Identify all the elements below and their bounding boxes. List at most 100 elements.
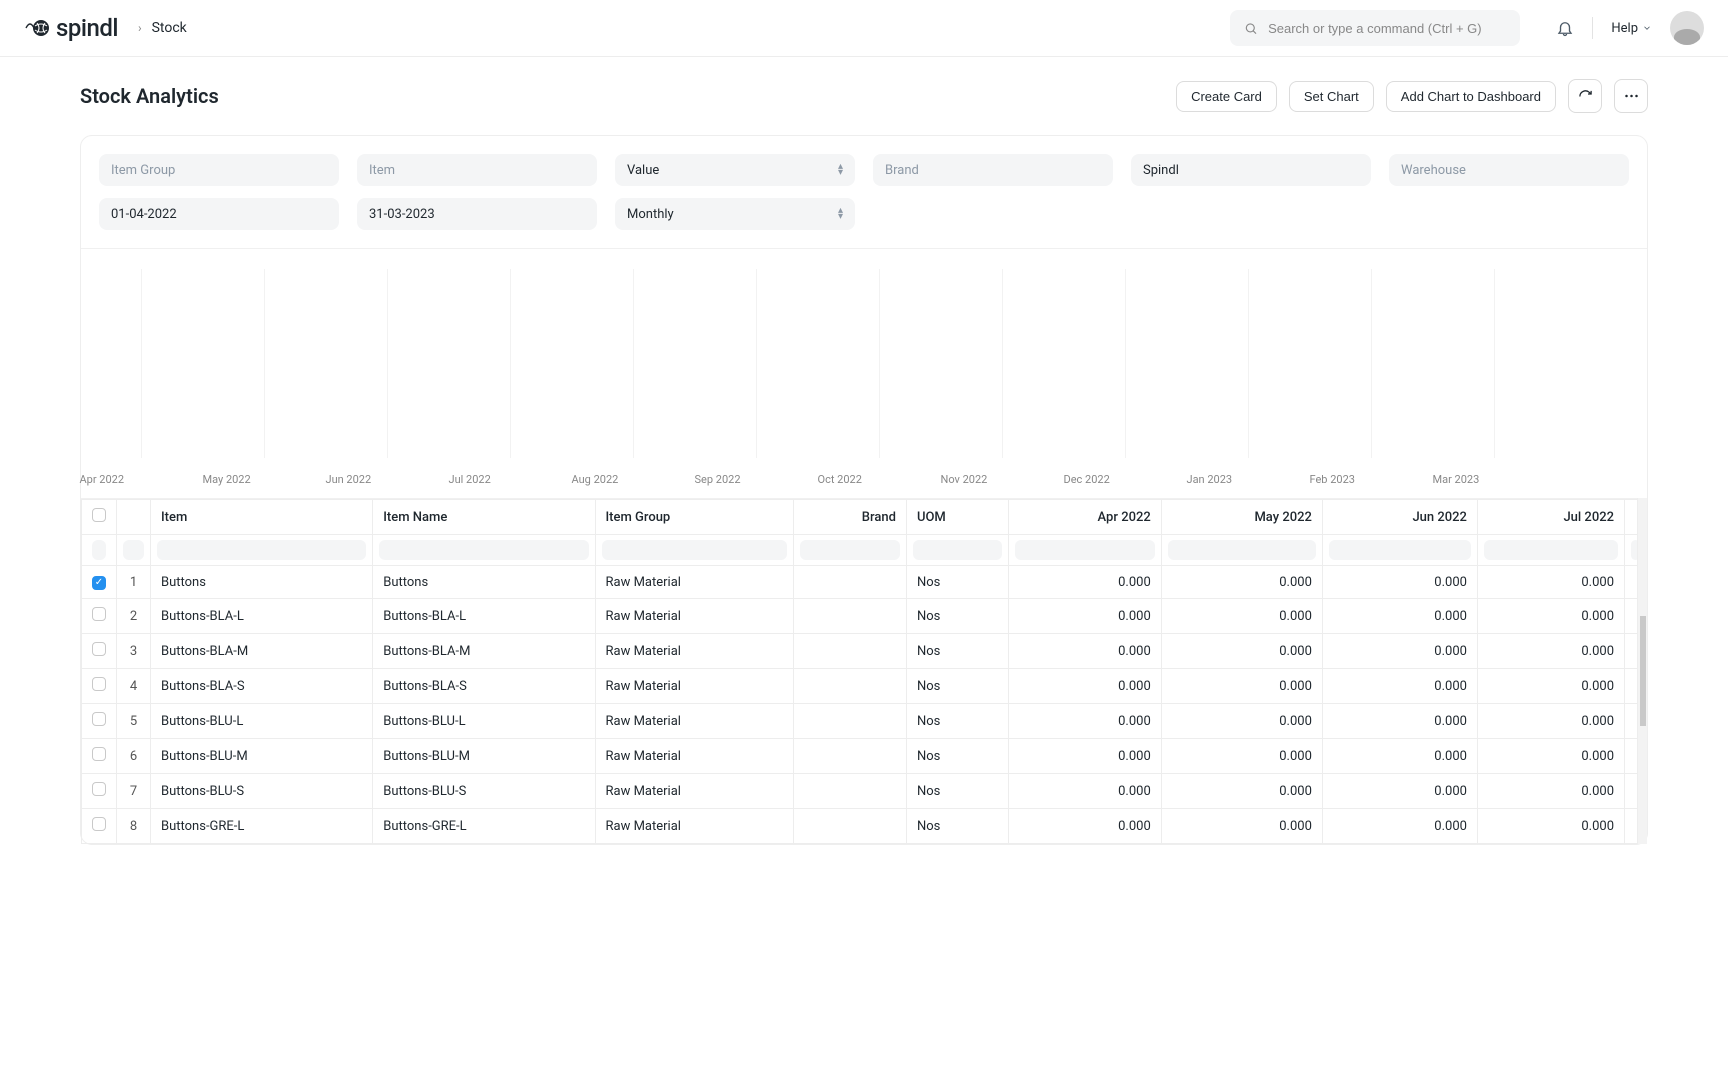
cell-m2: 0.000 xyxy=(1161,774,1322,809)
filter-brand[interactable]: Brand xyxy=(873,154,1113,186)
cell-item: Buttons-BLA-M xyxy=(151,634,373,669)
search-input[interactable] xyxy=(1266,20,1506,37)
table-row[interactable]: 7Buttons-BLU-SButtons-BLU-SRaw MaterialN… xyxy=(82,774,1647,809)
col-filter[interactable] xyxy=(1484,540,1618,560)
col-filter[interactable] xyxy=(913,540,1002,560)
cell-m2: 0.000 xyxy=(1161,669,1322,704)
col-brand[interactable]: Brand xyxy=(793,500,906,535)
filter-date-to[interactable]: 31-03-2023 xyxy=(357,198,597,230)
global-search[interactable] xyxy=(1230,10,1520,46)
cell-m2: 0.000 xyxy=(1161,566,1322,599)
cell-m2: 0.000 xyxy=(1161,634,1322,669)
cell-uom: Nos xyxy=(906,809,1008,844)
col-filter[interactable] xyxy=(800,540,900,560)
cell-uom: Nos xyxy=(906,669,1008,704)
row-index: 1 xyxy=(117,566,151,599)
more-menu-button[interactable] xyxy=(1614,79,1648,113)
row-checkbox[interactable] xyxy=(92,576,106,590)
table-scrollbar[interactable] xyxy=(1637,498,1647,844)
cell-item: Buttons-BLU-S xyxy=(151,774,373,809)
col-uom[interactable]: UOM xyxy=(906,500,1008,535)
refresh-button[interactable] xyxy=(1568,79,1602,113)
col-item-group[interactable]: Item Group xyxy=(595,500,793,535)
filter-item-group[interactable]: Item Group xyxy=(99,154,339,186)
filter-range-label: Monthly xyxy=(627,207,674,222)
cell-m4: 0.000 xyxy=(1477,739,1624,774)
filter-value-type[interactable]: Value ▴▾ xyxy=(615,154,855,186)
cell-item: Buttons-BLA-S xyxy=(151,669,373,704)
col-m4[interactable]: Jul 2022 xyxy=(1477,500,1624,535)
cell-brand xyxy=(793,704,906,739)
col-filter[interactable] xyxy=(1015,540,1154,560)
row-index: 8 xyxy=(117,809,151,844)
filter-range[interactable]: Monthly ▴▾ xyxy=(615,198,855,230)
cell-item-group: Raw Material xyxy=(595,704,793,739)
avatar[interactable] xyxy=(1670,11,1704,45)
table-row[interactable]: 4Buttons-BLA-SButtons-BLA-SRaw MaterialN… xyxy=(82,669,1647,704)
report-card: Item Group Item Value ▴▾ Brand Spindl Wa… xyxy=(80,135,1648,845)
cell-item-group: Raw Material xyxy=(595,634,793,669)
col-m3[interactable]: Jun 2022 xyxy=(1322,500,1477,535)
table-row[interactable]: 2Buttons-BLA-LButtons-BLA-LRaw MaterialN… xyxy=(82,599,1647,634)
col-item-name[interactable]: Item Name xyxy=(373,500,595,535)
help-label: Help xyxy=(1611,21,1638,36)
cell-m4: 0.000 xyxy=(1477,566,1624,599)
col-filter[interactable] xyxy=(92,540,106,560)
row-checkbox[interactable] xyxy=(92,817,106,831)
col-m1[interactable]: Apr 2022 xyxy=(1009,500,1161,535)
help-menu[interactable]: Help xyxy=(1611,21,1652,36)
set-chart-button[interactable]: Set Chart xyxy=(1289,81,1374,112)
filter-item[interactable]: Item xyxy=(357,154,597,186)
brand-logo[interactable]: spindl xyxy=(24,14,118,42)
row-checkbox[interactable] xyxy=(92,642,106,656)
table-row[interactable]: 8Buttons-GRE-LButtons-GRE-LRaw MaterialN… xyxy=(82,809,1647,844)
filter-warehouse[interactable]: Warehouse xyxy=(1389,154,1629,186)
col-filter[interactable] xyxy=(157,540,366,560)
cell-item-name: Buttons xyxy=(373,566,595,599)
select-all-checkbox[interactable] xyxy=(92,508,106,522)
cell-m1: 0.000 xyxy=(1009,739,1161,774)
row-checkbox[interactable] xyxy=(92,782,106,796)
cell-item-group: Raw Material xyxy=(595,599,793,634)
table-row[interactable]: 1ButtonsButtonsRaw MaterialNos0.0000.000… xyxy=(82,566,1647,599)
breadcrumb: › Stock xyxy=(138,20,187,36)
col-filter[interactable] xyxy=(1168,540,1316,560)
cell-m1: 0.000 xyxy=(1009,566,1161,599)
col-m2[interactable]: May 2022 xyxy=(1161,500,1322,535)
cell-m1: 0.000 xyxy=(1009,634,1161,669)
breadcrumb-stock[interactable]: Stock xyxy=(152,20,187,36)
row-checkbox[interactable] xyxy=(92,712,106,726)
chart-xlabel: Mar 2023 xyxy=(1433,473,1556,486)
filter-date-from[interactable]: 01-04-2022 xyxy=(99,198,339,230)
cell-brand xyxy=(793,809,906,844)
table-row[interactable]: 3Buttons-BLA-MButtons-BLA-MRaw MaterialN… xyxy=(82,634,1647,669)
table-row[interactable]: 5Buttons-BLU-LButtons-BLU-LRaw MaterialN… xyxy=(82,704,1647,739)
cell-m2: 0.000 xyxy=(1161,739,1322,774)
cell-m1: 0.000 xyxy=(1009,774,1161,809)
col-filter[interactable] xyxy=(123,540,144,560)
row-checkbox[interactable] xyxy=(92,747,106,761)
col-item[interactable]: Item xyxy=(151,500,373,535)
cell-item-group: Raw Material xyxy=(595,566,793,599)
row-checkbox[interactable] xyxy=(92,607,106,621)
col-filter[interactable] xyxy=(379,540,588,560)
page-header: Stock Analytics Create Card Set Chart Ad… xyxy=(80,79,1648,113)
col-filter[interactable] xyxy=(602,540,787,560)
table-row[interactable]: 6Buttons-BLU-MButtons-BLU-MRaw MaterialN… xyxy=(82,739,1647,774)
cell-item: Buttons-BLA-L xyxy=(151,599,373,634)
filter-company[interactable]: Spindl xyxy=(1131,154,1371,186)
filter-value-type-label: Value xyxy=(627,163,659,178)
page-title: Stock Analytics xyxy=(80,84,1164,108)
cell-m2: 0.000 xyxy=(1161,809,1322,844)
cell-brand xyxy=(793,739,906,774)
row-checkbox[interactable] xyxy=(92,677,106,691)
add-chart-to-dashboard-button[interactable]: Add Chart to Dashboard xyxy=(1386,81,1556,112)
yarn-icon xyxy=(24,16,52,40)
notifications-button[interactable] xyxy=(1556,19,1574,37)
cell-item-name: Buttons-BLU-S xyxy=(373,774,595,809)
create-card-button[interactable]: Create Card xyxy=(1176,81,1277,112)
cell-brand xyxy=(793,599,906,634)
row-index: 2 xyxy=(117,599,151,634)
col-filter[interactable] xyxy=(1329,540,1471,560)
chart-xlabel: Sep 2022 xyxy=(695,473,818,486)
